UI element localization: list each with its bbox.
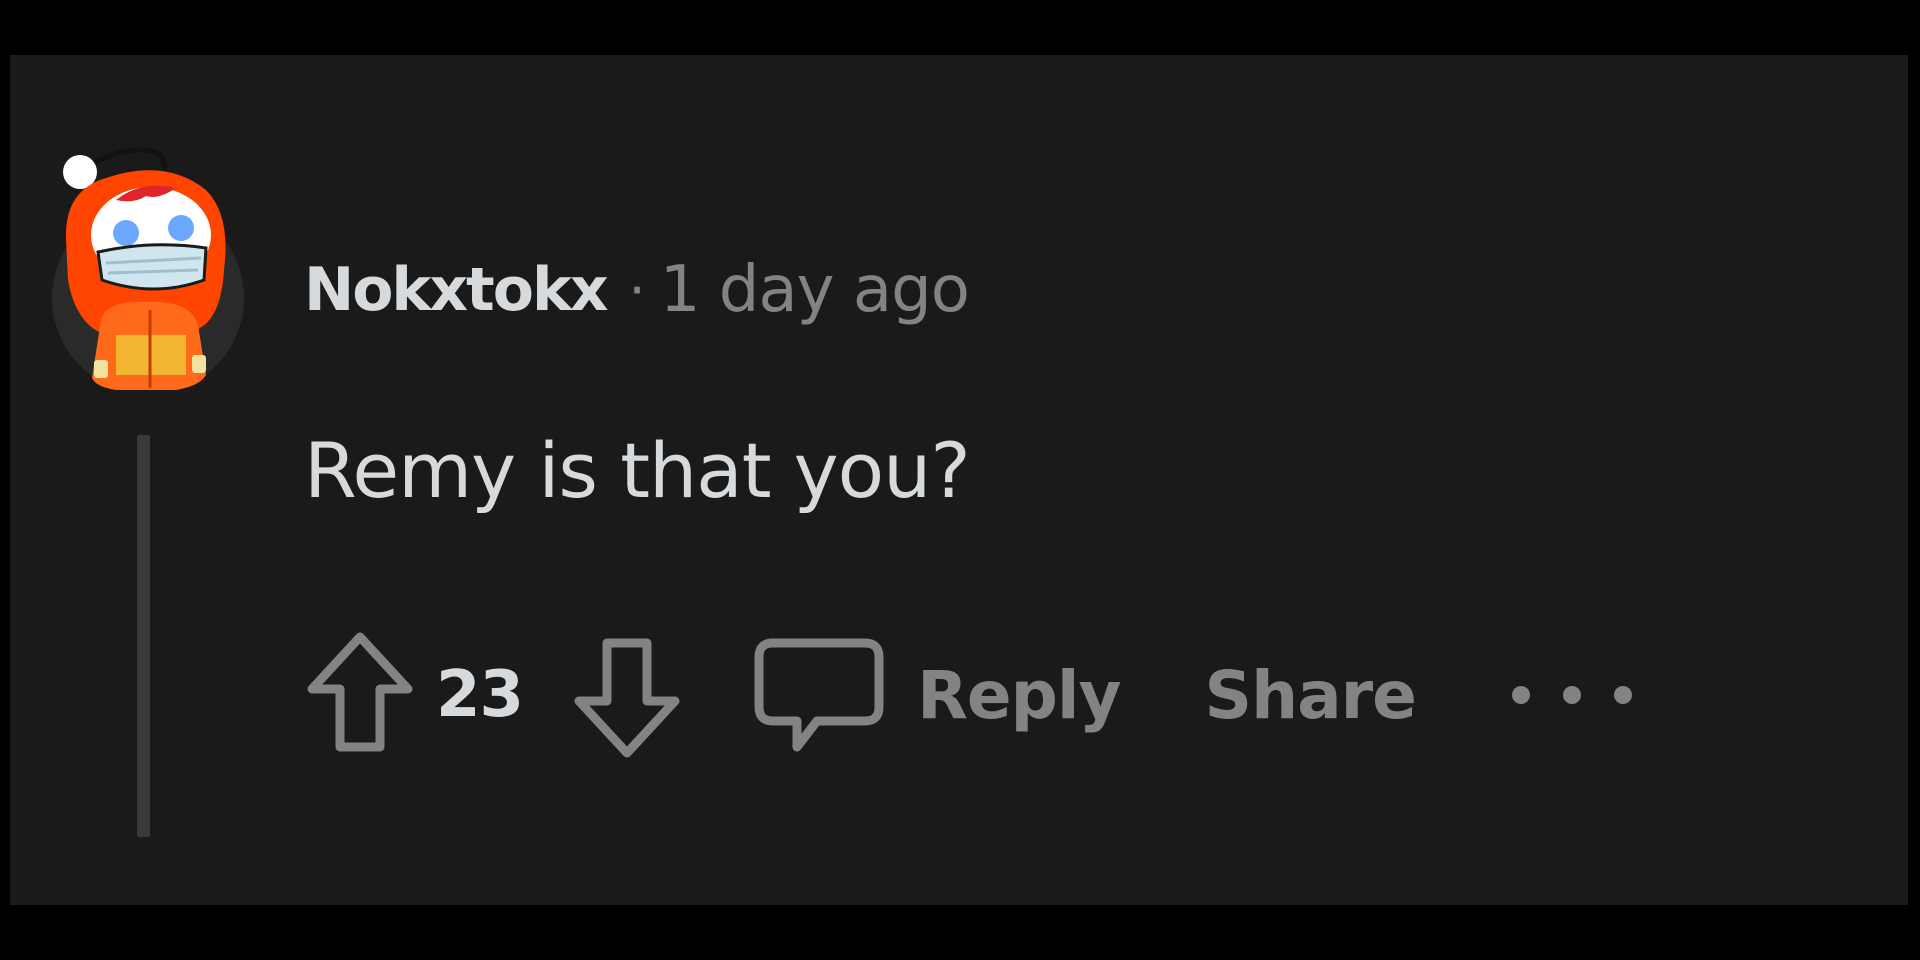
reply-button[interactable]: Reply xyxy=(917,657,1121,734)
comment-action-bar: 23 Reply Share xyxy=(290,625,1632,765)
comment-header: Nokxtokx · 1 day ago xyxy=(304,250,970,330)
meta-separator: · xyxy=(628,258,646,322)
speech-bubble-icon xyxy=(754,638,884,752)
username-link[interactable]: Nokxtokx xyxy=(304,255,609,325)
snoo-avatar-icon xyxy=(52,147,244,390)
share-button[interactable]: Share xyxy=(1205,657,1417,734)
comment-text: Remy is that you? xyxy=(304,426,971,515)
thread-collapse-line[interactable] xyxy=(137,435,150,837)
more-options-button[interactable] xyxy=(1511,665,1632,725)
upvote-button[interactable] xyxy=(290,625,430,765)
downvote-button[interactable] xyxy=(557,625,697,765)
vote-score: 23 xyxy=(436,658,524,732)
reply-icon-button[interactable] xyxy=(749,625,889,765)
timestamp[interactable]: 1 day ago xyxy=(660,253,970,327)
user-avatar[interactable] xyxy=(46,130,246,390)
downvote-arrow-icon xyxy=(574,638,680,758)
upvote-arrow-icon xyxy=(307,632,413,752)
more-horizontal-icon xyxy=(1562,686,1581,704)
more-horizontal-icon xyxy=(1511,686,1530,704)
more-horizontal-icon xyxy=(1613,686,1632,704)
